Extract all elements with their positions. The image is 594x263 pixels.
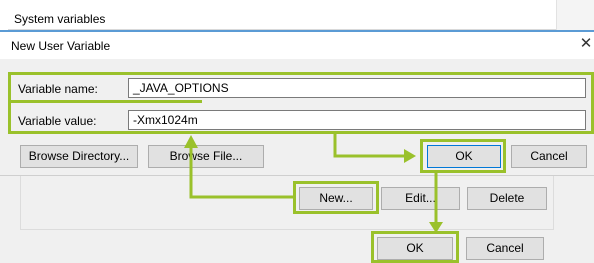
arrow-to-fields	[189, 146, 293, 199]
arrow-icon	[184, 135, 198, 148]
arrow-icon	[404, 149, 416, 163]
annotation-arrows	[184, 134, 443, 233]
arrow-icon	[429, 222, 443, 233]
arrow-to-dialog-ok	[333, 134, 406, 158]
